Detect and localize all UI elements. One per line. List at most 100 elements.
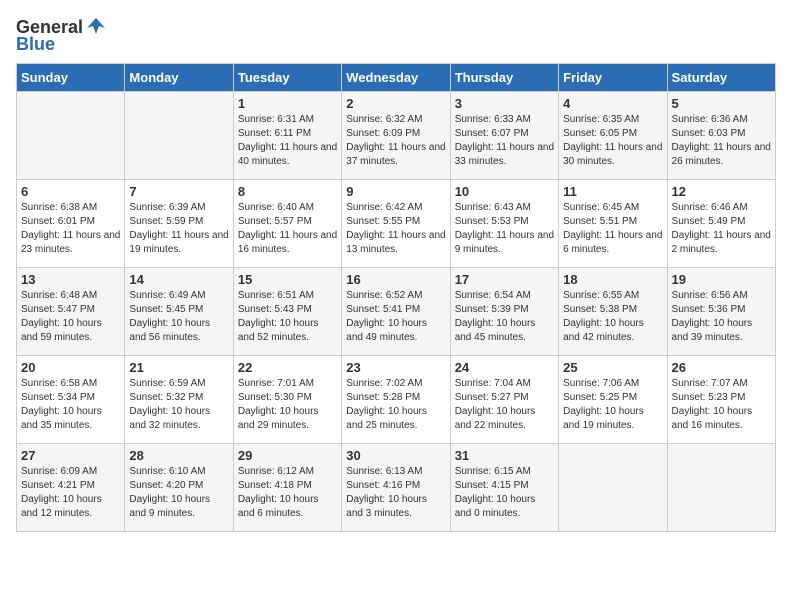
- day-info: Sunrise: 6:31 AM Sunset: 6:11 PM Dayligh…: [238, 113, 337, 169]
- calendar-cell: 10 Sunrise: 6:43 AM Sunset: 5:53 PM Dayli…: [450, 180, 558, 268]
- day-info: Sunrise: 6:38 AM Sunset: 6:01 PM Dayligh…: [21, 201, 120, 257]
- day-number: 28: [129, 448, 228, 463]
- day-info: Sunrise: 6:33 AM Sunset: 6:07 PM Dayligh…: [455, 113, 554, 169]
- day-info: Sunrise: 7:01 AM Sunset: 5:30 PM Dayligh…: [238, 377, 337, 433]
- day-info: Sunrise: 6:55 AM Sunset: 5:38 PM Dayligh…: [563, 289, 662, 345]
- day-number: 14: [129, 272, 228, 287]
- calendar-cell: 17 Sunrise: 6:54 AM Sunset: 5:39 PM Dayli…: [450, 268, 558, 356]
- calendar-cell: 8 Sunrise: 6:40 AM Sunset: 5:57 PM Daylig…: [233, 180, 341, 268]
- column-header-thursday: Thursday: [450, 64, 558, 92]
- calendar-table: SundayMondayTuesdayWednesdayThursdayFrid…: [16, 63, 776, 532]
- calendar-cell: [125, 92, 233, 180]
- calendar-week-row: 13 Sunrise: 6:48 AM Sunset: 5:47 PM Dayli…: [17, 268, 776, 356]
- calendar-cell: 3 Sunrise: 6:33 AM Sunset: 6:07 PM Daylig…: [450, 92, 558, 180]
- day-number: 18: [563, 272, 662, 287]
- day-number: 21: [129, 360, 228, 375]
- calendar-cell: 31Sunrise: 6:15 AM Sunset: 4:15 PM Dayli…: [450, 444, 558, 532]
- day-info: Sunrise: 6:52 AM Sunset: 5:41 PM Dayligh…: [346, 289, 445, 345]
- day-info: Sunrise: 6:36 AM Sunset: 6:03 PM Dayligh…: [672, 113, 771, 169]
- calendar-cell: 5 Sunrise: 6:36 AM Sunset: 6:03 PM Daylig…: [667, 92, 775, 180]
- calendar-cell: 22Sunrise: 7:01 AM Sunset: 5:30 PM Dayli…: [233, 356, 341, 444]
- day-info: Sunrise: 6:42 AM Sunset: 5:55 PM Dayligh…: [346, 201, 445, 257]
- day-number: 31: [455, 448, 554, 463]
- day-number: 5: [672, 96, 771, 111]
- calendar-cell: 16 Sunrise: 6:52 AM Sunset: 5:41 PM Dayli…: [342, 268, 450, 356]
- day-number: 25: [563, 360, 662, 375]
- day-info: Sunrise: 6:39 AM Sunset: 5:59 PM Dayligh…: [129, 201, 228, 257]
- column-header-wednesday: Wednesday: [342, 64, 450, 92]
- day-number: 17: [455, 272, 554, 287]
- calendar-cell: [667, 444, 775, 532]
- day-number: 13: [21, 272, 120, 287]
- calendar-cell: 15Sunrise: 6:51 AM Sunset: 5:43 PM Dayli…: [233, 268, 341, 356]
- calendar-cell: 11 Sunrise: 6:45 AM Sunset: 5:51 PM Dayli…: [559, 180, 667, 268]
- calendar-body: 1 Sunrise: 6:31 AM Sunset: 6:11 PM Daylig…: [17, 92, 776, 532]
- calendar-cell: 6 Sunrise: 6:38 AM Sunset: 6:01 PM Daylig…: [17, 180, 125, 268]
- calendar-week-row: 27 Sunrise: 6:09 AM Sunset: 4:21 PM Dayli…: [17, 444, 776, 532]
- day-number: 10: [455, 184, 554, 199]
- logo-bird-icon: [85, 16, 107, 38]
- day-info: Sunrise: 7:02 AM Sunset: 5:28 PM Dayligh…: [346, 377, 445, 433]
- day-info: Sunrise: 6:58 AM Sunset: 5:34 PM Dayligh…: [21, 377, 120, 433]
- day-info: Sunrise: 7:07 AM Sunset: 5:23 PM Dayligh…: [672, 377, 771, 433]
- calendar-cell: 9 Sunrise: 6:42 AM Sunset: 5:55 PM Daylig…: [342, 180, 450, 268]
- day-number: 30: [346, 448, 445, 463]
- day-info: Sunrise: 6:46 AM Sunset: 5:49 PM Dayligh…: [672, 201, 771, 257]
- day-number: 2: [346, 96, 445, 111]
- day-number: 4: [563, 96, 662, 111]
- calendar-cell: 27 Sunrise: 6:09 AM Sunset: 4:21 PM Dayli…: [17, 444, 125, 532]
- day-number: 20: [21, 360, 120, 375]
- calendar-header-row: SundayMondayTuesdayWednesdayThursdayFrid…: [17, 64, 776, 92]
- calendar-cell: 12 Sunrise: 6:46 AM Sunset: 5:49 PM Dayli…: [667, 180, 775, 268]
- day-info: Sunrise: 6:12 AM Sunset: 4:18 PM Dayligh…: [238, 465, 337, 521]
- day-info: Sunrise: 6:13 AM Sunset: 4:16 PM Dayligh…: [346, 465, 445, 521]
- calendar-week-row: 1 Sunrise: 6:31 AM Sunset: 6:11 PM Daylig…: [17, 92, 776, 180]
- day-info: Sunrise: 7:04 AM Sunset: 5:27 PM Dayligh…: [455, 377, 554, 433]
- calendar-cell: [559, 444, 667, 532]
- calendar-cell: 20 Sunrise: 6:58 AM Sunset: 5:34 PM Dayli…: [17, 356, 125, 444]
- column-header-friday: Friday: [559, 64, 667, 92]
- calendar-cell: 29 Sunrise: 6:12 AM Sunset: 4:18 PM Dayli…: [233, 444, 341, 532]
- day-info: Sunrise: 6:59 AM Sunset: 5:32 PM Dayligh…: [129, 377, 228, 433]
- day-number: 12: [672, 184, 771, 199]
- column-header-tuesday: Tuesday: [233, 64, 341, 92]
- day-number: 11: [563, 184, 662, 199]
- calendar-week-row: 20 Sunrise: 6:58 AM Sunset: 5:34 PM Dayli…: [17, 356, 776, 444]
- day-info: Sunrise: 6:40 AM Sunset: 5:57 PM Dayligh…: [238, 201, 337, 257]
- day-info: Sunrise: 6:43 AM Sunset: 5:53 PM Dayligh…: [455, 201, 554, 257]
- day-number: 6: [21, 184, 120, 199]
- calendar-cell: 30 Sunrise: 6:13 AM Sunset: 4:16 PM Dayli…: [342, 444, 450, 532]
- page-header: General Blue: [16, 16, 776, 55]
- day-number: 8: [238, 184, 337, 199]
- day-number: 1: [238, 96, 337, 111]
- calendar-cell: 23Sunrise: 7:02 AM Sunset: 5:28 PM Dayli…: [342, 356, 450, 444]
- day-number: 26: [672, 360, 771, 375]
- column-header-monday: Monday: [125, 64, 233, 92]
- calendar-cell: 25 Sunrise: 7:06 AM Sunset: 5:25 PM Dayli…: [559, 356, 667, 444]
- calendar-cell: 18 Sunrise: 6:55 AM Sunset: 5:38 PM Dayli…: [559, 268, 667, 356]
- logo: General Blue: [16, 16, 107, 55]
- calendar-cell: 7Sunrise: 6:39 AM Sunset: 5:59 PM Daylig…: [125, 180, 233, 268]
- calendar-cell: 13 Sunrise: 6:48 AM Sunset: 5:47 PM Dayli…: [17, 268, 125, 356]
- day-info: Sunrise: 6:35 AM Sunset: 6:05 PM Dayligh…: [563, 113, 662, 169]
- day-number: 19: [672, 272, 771, 287]
- day-info: Sunrise: 7:06 AM Sunset: 5:25 PM Dayligh…: [563, 377, 662, 433]
- day-number: 3: [455, 96, 554, 111]
- calendar-week-row: 6 Sunrise: 6:38 AM Sunset: 6:01 PM Daylig…: [17, 180, 776, 268]
- calendar-cell: 14Sunrise: 6:49 AM Sunset: 5:45 PM Dayli…: [125, 268, 233, 356]
- day-info: Sunrise: 6:09 AM Sunset: 4:21 PM Dayligh…: [21, 465, 120, 521]
- column-header-sunday: Sunday: [17, 64, 125, 92]
- day-number: 16: [346, 272, 445, 287]
- day-number: 27: [21, 448, 120, 463]
- day-info: Sunrise: 6:56 AM Sunset: 5:36 PM Dayligh…: [672, 289, 771, 345]
- day-info: Sunrise: 6:45 AM Sunset: 5:51 PM Dayligh…: [563, 201, 662, 257]
- calendar-cell: 26 Sunrise: 7:07 AM Sunset: 5:23 PM Dayli…: [667, 356, 775, 444]
- day-info: Sunrise: 6:48 AM Sunset: 5:47 PM Dayligh…: [21, 289, 120, 345]
- day-number: 24: [455, 360, 554, 375]
- day-info: Sunrise: 6:54 AM Sunset: 5:39 PM Dayligh…: [455, 289, 554, 345]
- day-number: 15: [238, 272, 337, 287]
- day-info: Sunrise: 6:32 AM Sunset: 6:09 PM Dayligh…: [346, 113, 445, 169]
- calendar-cell: 28Sunrise: 6:10 AM Sunset: 4:20 PM Dayli…: [125, 444, 233, 532]
- day-number: 29: [238, 448, 337, 463]
- day-number: 9: [346, 184, 445, 199]
